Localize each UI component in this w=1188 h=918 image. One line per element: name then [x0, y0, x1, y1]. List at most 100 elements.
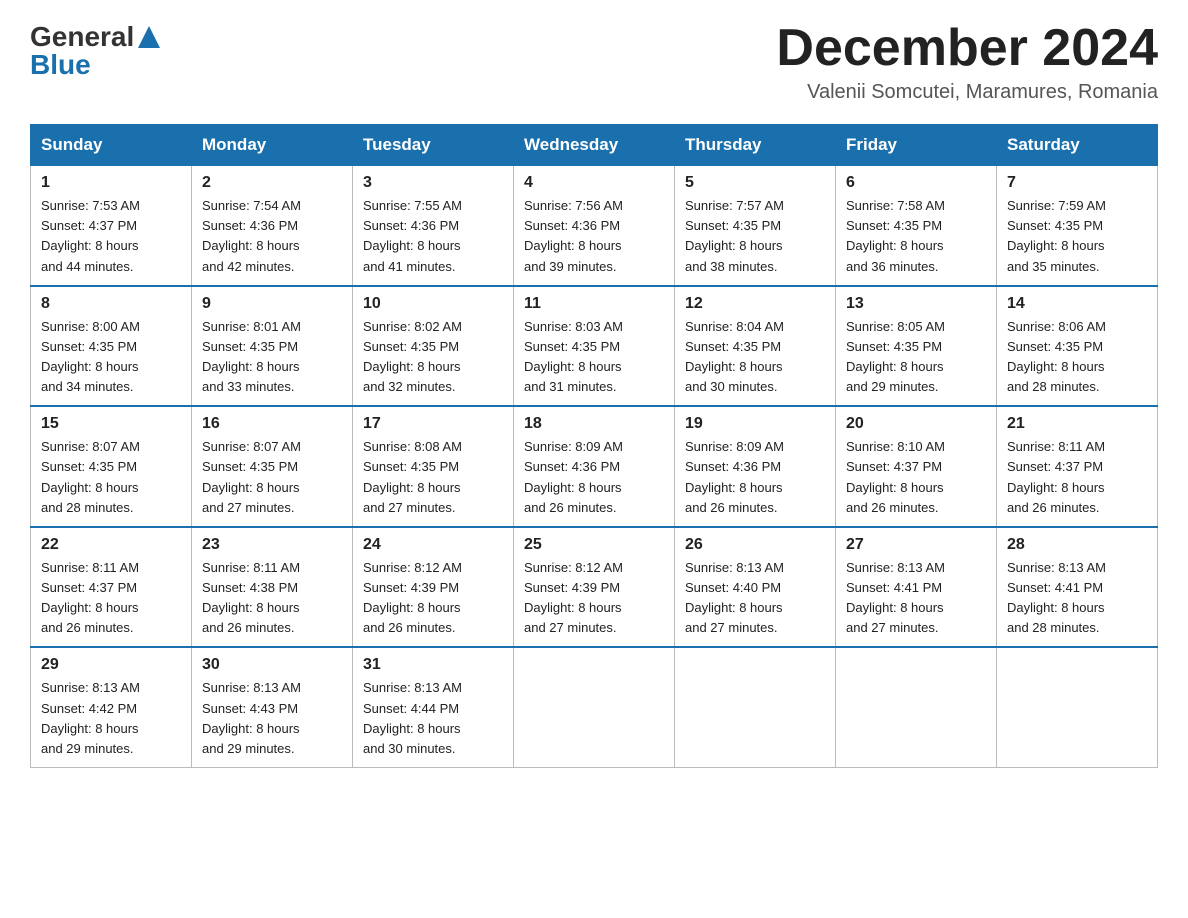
- page-header: General Blue December 2024 Valenii Somcu…: [30, 20, 1158, 104]
- table-row: 4 Sunrise: 7:56 AM Sunset: 4:36 PM Dayli…: [514, 166, 675, 286]
- day-info: Sunrise: 8:13 AM Sunset: 4:43 PM Dayligh…: [202, 678, 342, 759]
- day-info: Sunrise: 8:13 AM Sunset: 4:44 PM Dayligh…: [363, 678, 503, 759]
- logo-text-blue: Blue: [30, 49, 160, 81]
- table-row: 13 Sunrise: 8:05 AM Sunset: 4:35 PM Dayl…: [836, 286, 997, 407]
- day-number: 26: [685, 536, 825, 554]
- logo-triangle-icon: [138, 26, 160, 48]
- col-monday: Monday: [192, 125, 353, 166]
- table-row: 26 Sunrise: 8:13 AM Sunset: 4:40 PM Dayl…: [675, 527, 836, 648]
- logo: General Blue: [30, 20, 160, 81]
- day-number: 9: [202, 295, 342, 313]
- col-saturday: Saturday: [997, 125, 1158, 166]
- day-number: 7: [1007, 174, 1147, 192]
- day-info: Sunrise: 8:07 AM Sunset: 4:35 PM Dayligh…: [202, 437, 342, 518]
- day-info: Sunrise: 8:05 AM Sunset: 4:35 PM Dayligh…: [846, 317, 986, 398]
- logo-text-general: General: [30, 23, 134, 51]
- day-number: 16: [202, 415, 342, 433]
- day-info: Sunrise: 8:11 AM Sunset: 4:38 PM Dayligh…: [202, 558, 342, 639]
- table-row: 8 Sunrise: 8:00 AM Sunset: 4:35 PM Dayli…: [31, 286, 192, 407]
- day-number: 28: [1007, 536, 1147, 554]
- table-row: [836, 647, 997, 767]
- table-row: 20 Sunrise: 8:10 AM Sunset: 4:37 PM Dayl…: [836, 406, 997, 527]
- day-number: 10: [363, 295, 503, 313]
- day-number: 14: [1007, 295, 1147, 313]
- table-row: 14 Sunrise: 8:06 AM Sunset: 4:35 PM Dayl…: [997, 286, 1158, 407]
- day-number: 4: [524, 174, 664, 192]
- calendar-week-row: 15 Sunrise: 8:07 AM Sunset: 4:35 PM Dayl…: [31, 406, 1158, 527]
- calendar-week-row: 22 Sunrise: 8:11 AM Sunset: 4:37 PM Dayl…: [31, 527, 1158, 648]
- day-info: Sunrise: 7:53 AM Sunset: 4:37 PM Dayligh…: [41, 196, 181, 277]
- day-info: Sunrise: 8:12 AM Sunset: 4:39 PM Dayligh…: [524, 558, 664, 639]
- table-row: 6 Sunrise: 7:58 AM Sunset: 4:35 PM Dayli…: [836, 166, 997, 286]
- calendar-week-row: 1 Sunrise: 7:53 AM Sunset: 4:37 PM Dayli…: [31, 166, 1158, 286]
- day-number: 8: [41, 295, 181, 313]
- day-info: Sunrise: 8:07 AM Sunset: 4:35 PM Dayligh…: [41, 437, 181, 518]
- day-number: 1: [41, 174, 181, 192]
- table-row: 7 Sunrise: 7:59 AM Sunset: 4:35 PM Dayli…: [997, 166, 1158, 286]
- table-row: 12 Sunrise: 8:04 AM Sunset: 4:35 PM Dayl…: [675, 286, 836, 407]
- location-text: Valenii Somcutei, Maramures, Romania: [776, 81, 1158, 104]
- day-number: 2: [202, 174, 342, 192]
- day-info: Sunrise: 7:59 AM Sunset: 4:35 PM Dayligh…: [1007, 196, 1147, 277]
- day-number: 20: [846, 415, 986, 433]
- day-info: Sunrise: 7:54 AM Sunset: 4:36 PM Dayligh…: [202, 196, 342, 277]
- day-info: Sunrise: 7:55 AM Sunset: 4:36 PM Dayligh…: [363, 196, 503, 277]
- day-number: 30: [202, 656, 342, 674]
- table-row: 30 Sunrise: 8:13 AM Sunset: 4:43 PM Dayl…: [192, 647, 353, 767]
- day-info: Sunrise: 8:03 AM Sunset: 4:35 PM Dayligh…: [524, 317, 664, 398]
- table-row: 5 Sunrise: 7:57 AM Sunset: 4:35 PM Dayli…: [675, 166, 836, 286]
- col-friday: Friday: [836, 125, 997, 166]
- table-row: 23 Sunrise: 8:11 AM Sunset: 4:38 PM Dayl…: [192, 527, 353, 648]
- calendar-table: Sunday Monday Tuesday Wednesday Thursday…: [30, 124, 1158, 768]
- day-info: Sunrise: 8:09 AM Sunset: 4:36 PM Dayligh…: [685, 437, 825, 518]
- day-info: Sunrise: 8:12 AM Sunset: 4:39 PM Dayligh…: [363, 558, 503, 639]
- calendar-week-row: 8 Sunrise: 8:00 AM Sunset: 4:35 PM Dayli…: [31, 286, 1158, 407]
- table-row: 2 Sunrise: 7:54 AM Sunset: 4:36 PM Dayli…: [192, 166, 353, 286]
- day-number: 15: [41, 415, 181, 433]
- table-row: [997, 647, 1158, 767]
- day-info: Sunrise: 7:58 AM Sunset: 4:35 PM Dayligh…: [846, 196, 986, 277]
- table-row: 28 Sunrise: 8:13 AM Sunset: 4:41 PM Dayl…: [997, 527, 1158, 648]
- col-wednesday: Wednesday: [514, 125, 675, 166]
- day-info: Sunrise: 8:11 AM Sunset: 4:37 PM Dayligh…: [1007, 437, 1147, 518]
- day-info: Sunrise: 8:02 AM Sunset: 4:35 PM Dayligh…: [363, 317, 503, 398]
- table-row: 31 Sunrise: 8:13 AM Sunset: 4:44 PM Dayl…: [353, 647, 514, 767]
- table-row: [675, 647, 836, 767]
- col-thursday: Thursday: [675, 125, 836, 166]
- calendar-header-row: Sunday Monday Tuesday Wednesday Thursday…: [31, 125, 1158, 166]
- table-row: 3 Sunrise: 7:55 AM Sunset: 4:36 PM Dayli…: [353, 166, 514, 286]
- day-number: 13: [846, 295, 986, 313]
- table-row: [514, 647, 675, 767]
- day-info: Sunrise: 8:13 AM Sunset: 4:41 PM Dayligh…: [846, 558, 986, 639]
- day-number: 25: [524, 536, 664, 554]
- day-info: Sunrise: 7:56 AM Sunset: 4:36 PM Dayligh…: [524, 196, 664, 277]
- table-row: 21 Sunrise: 8:11 AM Sunset: 4:37 PM Dayl…: [997, 406, 1158, 527]
- day-info: Sunrise: 8:01 AM Sunset: 4:35 PM Dayligh…: [202, 317, 342, 398]
- table-row: 15 Sunrise: 8:07 AM Sunset: 4:35 PM Dayl…: [31, 406, 192, 527]
- day-info: Sunrise: 8:13 AM Sunset: 4:42 PM Dayligh…: [41, 678, 181, 759]
- table-row: 25 Sunrise: 8:12 AM Sunset: 4:39 PM Dayl…: [514, 527, 675, 648]
- month-title: December 2024: [776, 20, 1158, 77]
- day-number: 19: [685, 415, 825, 433]
- day-number: 27: [846, 536, 986, 554]
- day-number: 22: [41, 536, 181, 554]
- day-number: 24: [363, 536, 503, 554]
- table-row: 17 Sunrise: 8:08 AM Sunset: 4:35 PM Dayl…: [353, 406, 514, 527]
- day-number: 31: [363, 656, 503, 674]
- day-info: Sunrise: 8:11 AM Sunset: 4:37 PM Dayligh…: [41, 558, 181, 639]
- day-info: Sunrise: 8:13 AM Sunset: 4:40 PM Dayligh…: [685, 558, 825, 639]
- title-block: December 2024 Valenii Somcutei, Maramure…: [776, 20, 1158, 104]
- table-row: 16 Sunrise: 8:07 AM Sunset: 4:35 PM Dayl…: [192, 406, 353, 527]
- table-row: 18 Sunrise: 8:09 AM Sunset: 4:36 PM Dayl…: [514, 406, 675, 527]
- table-row: 1 Sunrise: 7:53 AM Sunset: 4:37 PM Dayli…: [31, 166, 192, 286]
- table-row: 29 Sunrise: 8:13 AM Sunset: 4:42 PM Dayl…: [31, 647, 192, 767]
- day-number: 6: [846, 174, 986, 192]
- day-number: 18: [524, 415, 664, 433]
- day-number: 23: [202, 536, 342, 554]
- calendar-week-row: 29 Sunrise: 8:13 AM Sunset: 4:42 PM Dayl…: [31, 647, 1158, 767]
- col-tuesday: Tuesday: [353, 125, 514, 166]
- day-number: 29: [41, 656, 181, 674]
- day-number: 5: [685, 174, 825, 192]
- day-number: 12: [685, 295, 825, 313]
- day-info: Sunrise: 7:57 AM Sunset: 4:35 PM Dayligh…: [685, 196, 825, 277]
